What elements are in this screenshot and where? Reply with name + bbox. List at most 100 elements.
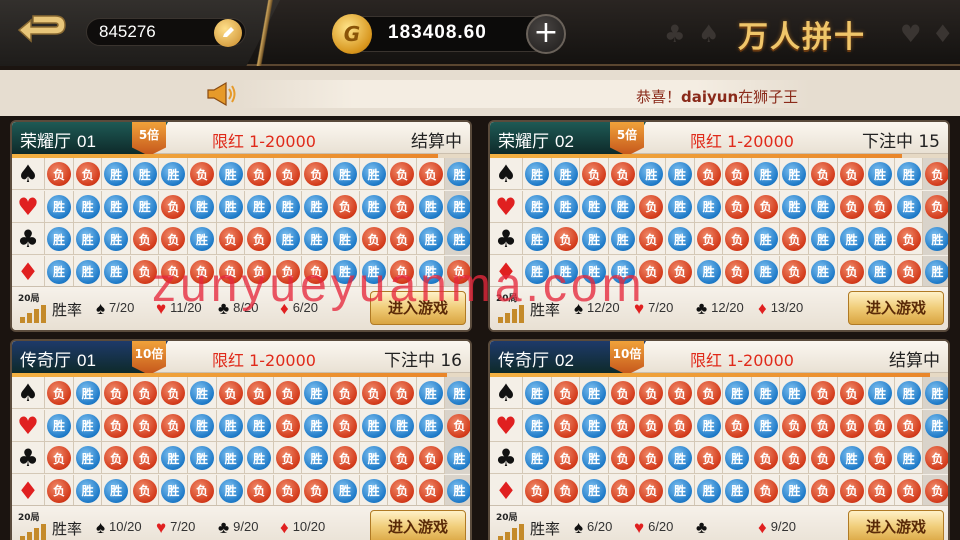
result-cell: 胜	[72, 190, 102, 223]
win-ball: 胜	[361, 478, 386, 503]
lose-ball: 负	[390, 381, 415, 405]
result-cell: 胜	[358, 255, 388, 288]
result-cell: 胜	[922, 409, 948, 442]
result-cell: 负	[101, 409, 130, 442]
winrate-spade-value: 6/20	[587, 519, 613, 534]
result-cell: 负	[387, 255, 416, 288]
lose-ball: 负	[190, 478, 214, 503]
lose-ball: 负	[696, 162, 721, 186]
win-ball: 胜	[668, 478, 692, 503]
result-cell: 负	[922, 442, 948, 474]
lose-ball: 负	[639, 259, 664, 284]
enter-game-button[interactable]: 进入游戏	[848, 291, 944, 325]
win-ball: 胜	[304, 446, 329, 470]
lose-ball: 负	[132, 446, 157, 470]
room-card[interactable]: 传奇厅 01 10倍 限红 1-20000 下注中 16 ♠ 负胜负负负胜负负负胜负负负胜胜…	[10, 339, 472, 540]
win-ball: 胜	[696, 413, 721, 438]
heart-icon: ♥	[634, 299, 645, 318]
result-cell: 负	[836, 474, 866, 507]
lose-ball: 负	[132, 381, 157, 405]
result-cell: 负	[893, 223, 923, 255]
lose-ball: 负	[161, 381, 186, 405]
result-cell: 负	[129, 223, 159, 255]
result-cell: 胜	[722, 442, 751, 474]
room-card[interactable]: 荣耀厅 02 5倍 限红 1-20000 下注中 15 ♠ 胜胜负负胜胜负负胜胜负负胜胜负 ♥…	[488, 120, 950, 332]
win-ball: 胜	[75, 413, 100, 438]
result-cell: 胜	[444, 190, 470, 223]
win-ball: 胜	[132, 162, 157, 186]
result-cell: 胜	[522, 255, 551, 288]
win-ball: 胜	[218, 194, 243, 219]
result-cell: 胜	[579, 190, 608, 223]
lose-ball: 负	[668, 259, 692, 284]
result-cell: 负	[607, 409, 637, 442]
win-ball: 胜	[582, 381, 607, 405]
result-cell: 负	[387, 377, 416, 409]
lose-ball: 负	[275, 446, 300, 470]
result-cell: 负	[415, 442, 445, 474]
lose-ball: 负	[104, 413, 129, 438]
add-coins-button[interactable]: +	[526, 14, 566, 54]
diamond-icon: ♦	[495, 476, 517, 505]
winrate-diamond: ♦ 13/20	[758, 299, 803, 319]
room-card[interactable]: 荣耀厅 01 5倍 限红 1-20000 结算中 ♠ 负负胜胜胜负胜负负负胜胜负负胜 ♥ 胜胜胜…	[10, 120, 472, 332]
result-cell: 负	[579, 158, 608, 190]
result-cell: 负	[444, 409, 470, 442]
enter-game-button[interactable]: 进入游戏	[848, 510, 944, 540]
result-cell: 胜	[301, 190, 330, 223]
result-cell: 胜	[750, 377, 780, 409]
result-cell: 胜	[693, 190, 723, 223]
win-ball: 胜	[75, 446, 100, 470]
win-ball: 胜	[811, 227, 835, 251]
result-cell: 胜	[415, 190, 445, 223]
lose-ball: 负	[275, 413, 300, 438]
edit-profile-button[interactable]	[214, 19, 242, 47]
lose-ball: 负	[868, 446, 893, 470]
win-ball: 胜	[525, 162, 549, 186]
enter-game-button[interactable]: 进入游戏	[370, 291, 466, 325]
result-row-spade: ♠ 胜胜负负胜胜负负胜胜负负胜胜负	[490, 158, 948, 190]
result-row-heart: ♥ 胜胜负负负胜胜胜负胜负胜胜胜负	[12, 409, 470, 442]
lose-ball: 负	[811, 446, 835, 470]
winrate-heart-value: 11/20	[170, 300, 202, 315]
room-card[interactable]: 传奇厅 02 10倍 限红 1-20000 结算中 ♠ 胜负胜负负负负胜胜胜负负胜胜胜 ♥ 胜负…	[488, 339, 950, 540]
result-cell: 胜	[607, 255, 637, 288]
result-cell: 胜	[415, 255, 445, 288]
lose-ball: 负	[333, 413, 357, 438]
winrate-spade-value: 12/20	[587, 300, 620, 315]
win-ball: 胜	[525, 227, 549, 251]
win-ball: 胜	[247, 413, 272, 438]
result-cell: 胜	[44, 409, 73, 442]
result-cell: 负	[272, 158, 302, 190]
result-cell: 负	[779, 223, 808, 255]
result-cell: 负	[636, 190, 665, 223]
rounds-chart-icon: 20局	[496, 291, 526, 323]
result-cell: 胜	[550, 190, 580, 223]
result-cell: 负	[187, 474, 216, 507]
result-cell: 负	[836, 255, 866, 288]
lose-ball: 负	[333, 381, 357, 405]
room-header: 传奇厅 01 10倍 限红 1-20000 下注中 16	[12, 341, 470, 375]
lose-ball: 负	[839, 381, 864, 405]
lose-ball: 负	[925, 194, 948, 219]
result-cell: 胜	[187, 442, 216, 474]
result-cell: 负	[129, 255, 159, 288]
winrate-diamond-value: 6/20	[292, 300, 318, 315]
back-button[interactable]	[14, 10, 70, 48]
lose-ball: 负	[896, 478, 921, 503]
win-ball: 胜	[361, 446, 386, 470]
result-cell: 负	[129, 474, 159, 507]
result-cell: 负	[550, 377, 580, 409]
result-cell: 胜	[665, 442, 694, 474]
bet-limit: 限红 1-20000	[690, 351, 794, 370]
result-cell: 负	[808, 474, 837, 507]
game-title: 万人拼十	[738, 20, 866, 55]
result-cell: 胜	[722, 474, 751, 507]
winrate-heart-value: 7/20	[170, 519, 196, 534]
result-cell: 负	[158, 377, 187, 409]
result-cell: 胜	[808, 255, 837, 288]
room-status: 下注中 16	[383, 351, 462, 371]
result-cell: 负	[722, 190, 751, 223]
lose-ball: 负	[811, 413, 835, 438]
enter-game-button[interactable]: 进入游戏	[370, 510, 466, 540]
